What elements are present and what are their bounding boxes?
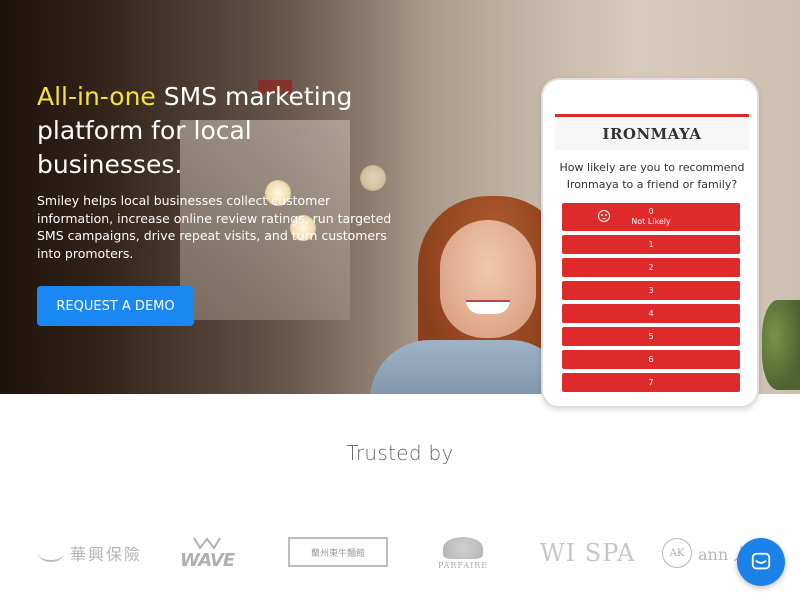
crest-icon: [443, 536, 484, 559]
chat-launcher-button[interactable]: [737, 538, 785, 586]
rating-option-7[interactable]: 7: [562, 373, 740, 392]
rating-option-2[interactable]: 2: [562, 258, 740, 277]
client-logo-3: 蘭州東牛麵館: [288, 537, 388, 567]
client-logo-3-text: 蘭州東牛麵館: [310, 548, 365, 559]
rating-option-3[interactable]: 3: [562, 281, 740, 300]
client-logo-5-text: WI SPA: [540, 539, 636, 567]
client-logo-1-text: 華興保險: [70, 545, 143, 564]
woman-shirt: [370, 340, 570, 394]
headline-accent: All-in-one: [37, 82, 156, 111]
hero-headline: All-in-one SMS marketing platform for lo…: [37, 80, 397, 182]
client-logo-6: AK ann 人: [662, 525, 749, 581]
bird-icon: [38, 544, 64, 562]
client-logo-4: PARFAIRE: [438, 525, 488, 581]
wave-mark-icon: [193, 536, 221, 550]
rating-option-4[interactable]: 4: [562, 304, 740, 323]
client-logo-2-text: WAVE: [180, 549, 235, 571]
phone-brand-logo: IRONMAYA: [602, 124, 702, 143]
client-logo-1: 華興保險: [38, 525, 142, 581]
rating-option-1[interactable]: 1: [562, 235, 740, 254]
chat-bubble-icon: [751, 552, 771, 570]
rating-option-5[interactable]: 5: [562, 327, 740, 346]
rating-value: 0: [648, 207, 654, 216]
rating-option-0[interactable]: 0 Not Likely: [562, 203, 740, 231]
client-logo-5: WI SPA: [540, 525, 636, 581]
phone-mockup: IRONMAYA How likely are you to recommend…: [541, 78, 759, 408]
rating-option-6[interactable]: 6: [562, 350, 740, 369]
woman-face: [440, 220, 536, 338]
rating-caption: Not Likely: [631, 217, 671, 226]
client-logo-2: WAVE: [180, 525, 235, 581]
phone-brand-bar: IRONMAYA: [555, 114, 749, 150]
request-demo-button[interactable]: REQUEST A DEMO: [37, 286, 194, 326]
sad-face-icon: [598, 210, 610, 222]
hero-description: Smiley helps local businesses collect cu…: [37, 193, 392, 261]
trusted-heading: Trusted by: [346, 441, 454, 465]
rating-options: 0 Not Likely 1 2 3 4 5 6 7: [562, 203, 740, 392]
plant: [762, 300, 800, 390]
monogram-icon: AK: [662, 538, 692, 568]
survey-question: How likely are you to recommend Ironmaya…: [559, 161, 745, 191]
client-logos: 華興保險 WAVE 蘭州東牛麵館 PARFAIRE WI SPA AK ann …: [0, 525, 800, 581]
client-logo-4-text: PARFAIRE: [438, 560, 489, 570]
phone-screen: IRONMAYA How likely are you to recommend…: [555, 114, 749, 396]
